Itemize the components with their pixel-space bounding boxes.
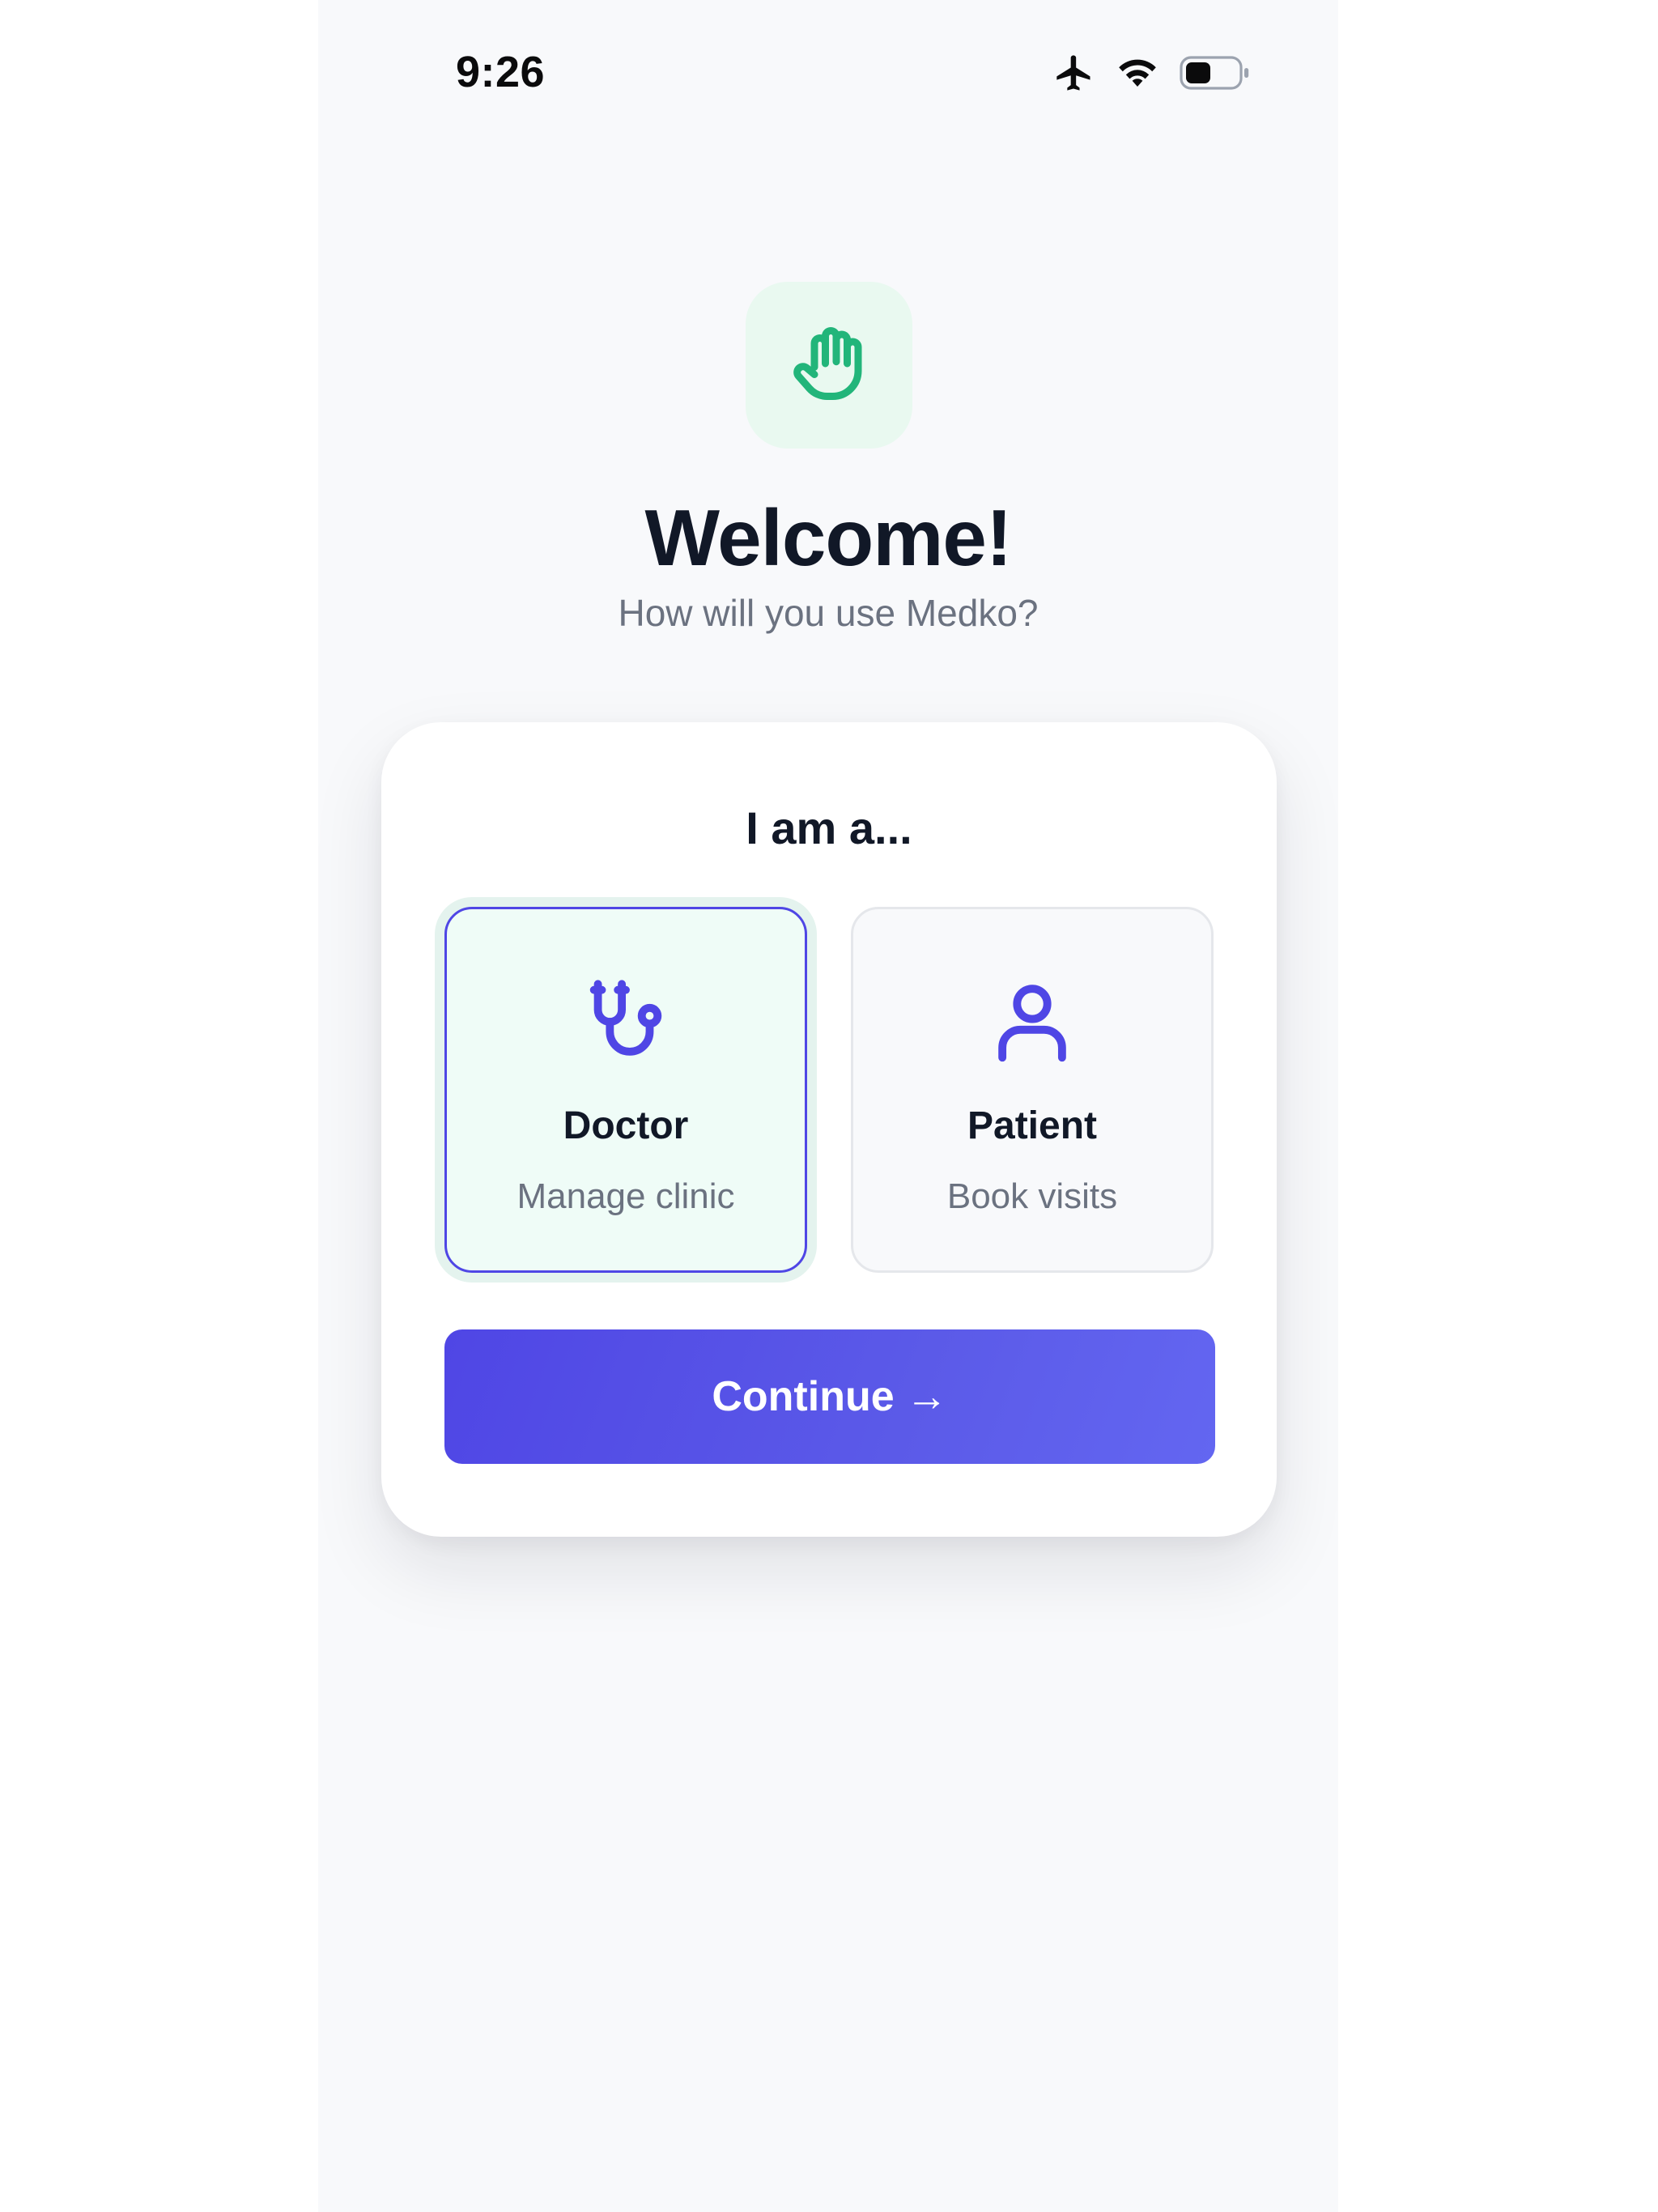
role-option-label: Patient	[967, 1104, 1098, 1147]
role-option-patient[interactable]: Patient Book visits	[851, 907, 1214, 1273]
hand-wave-icon	[785, 320, 873, 411]
wifi-icon	[1115, 53, 1160, 96]
role-selection-card: I am a... Doctor Manage clinic Patient B…	[381, 722, 1277, 1537]
status-time: 9:26	[456, 48, 546, 96]
role-option-label: Doctor	[563, 1104, 689, 1147]
arrow-right-icon: →	[905, 1373, 948, 1420]
page-subtitle: How will you use Medko?	[618, 592, 1039, 634]
continue-button-label: Continue	[712, 1373, 895, 1420]
screen: 9:26 Welcome! How will you use Medko? I …	[0, 0, 1658, 2212]
app-screen: 9:26 Welcome! How will you use Medko? I …	[318, 0, 1338, 2212]
hero-icon-badge	[746, 282, 912, 449]
role-option-description: Manage clinic	[517, 1176, 735, 1216]
status-icons	[1053, 52, 1251, 98]
role-option-description: Book visits	[946, 1176, 1118, 1216]
stethoscope-icon	[578, 974, 674, 1074]
role-card-title: I am a...	[746, 802, 912, 853]
role-option-doctor[interactable]: Doctor Manage clinic	[444, 907, 807, 1273]
airplane-icon	[1053, 52, 1095, 98]
continue-button[interactable]: Continue →	[444, 1329, 1215, 1464]
user-icon	[984, 974, 1080, 1074]
page-title: Welcome!	[644, 493, 1012, 582]
battery-icon	[1180, 55, 1251, 95]
